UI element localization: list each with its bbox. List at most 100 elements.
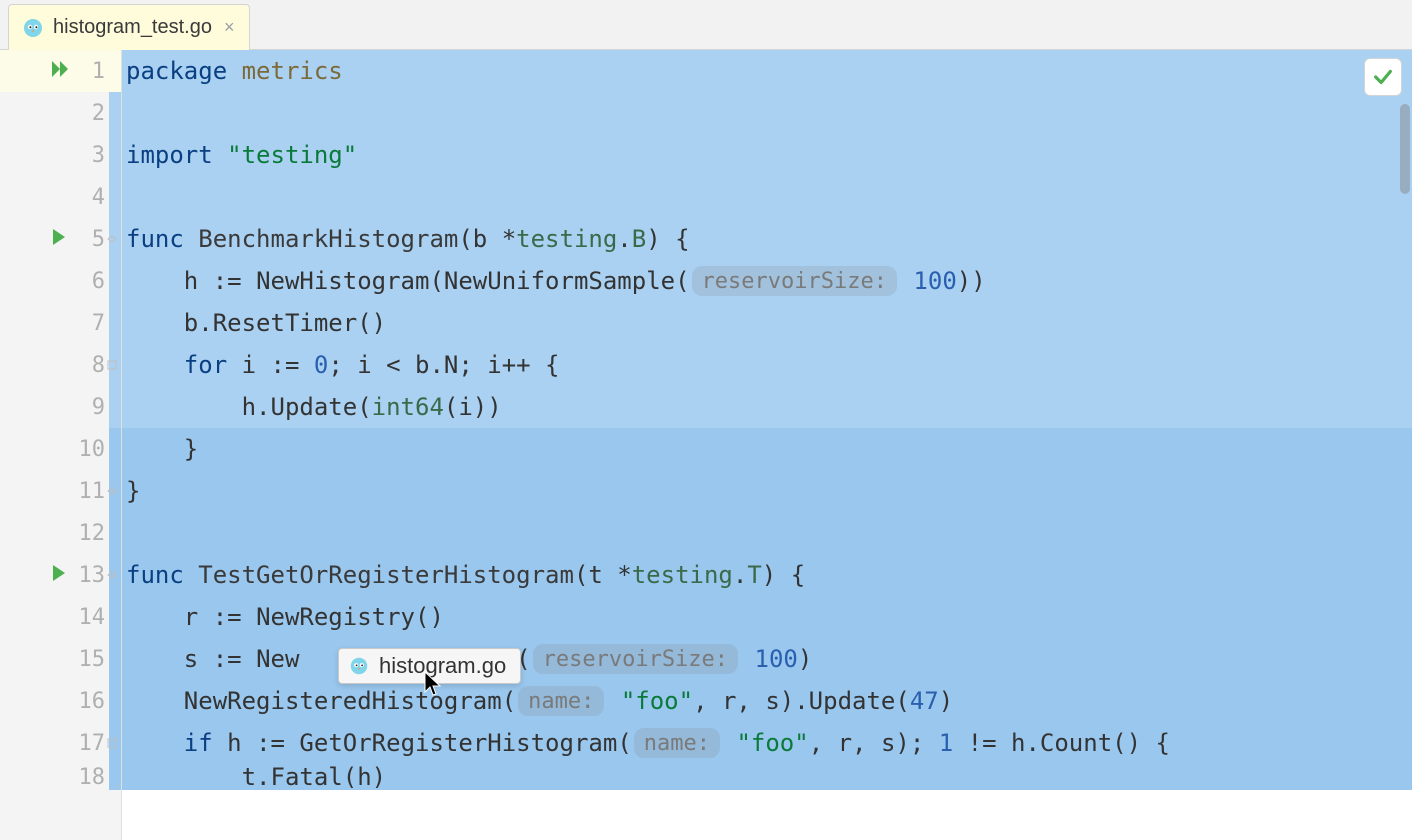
gutter-icon-slot <box>50 764 121 790</box>
code-token: import <box>126 141 227 169</box>
code-line[interactable] <box>122 176 1412 218</box>
code-token: int64 <box>372 393 444 421</box>
code-line[interactable]: for i := 0; i < b.N; i++ { <box>122 344 1412 386</box>
code-line[interactable]: func TestGetOrRegisterHistogram(t *testi… <box>122 554 1412 596</box>
gutter-row: 13 <box>0 554 121 596</box>
fold-handle-icon[interactable] <box>105 568 119 582</box>
editor-area: 123456789101112131415161718 package metr… <box>0 50 1412 840</box>
code-line[interactable]: if h := GetOrRegisterHistogram(name: "fo… <box>122 722 1412 764</box>
code-token: "testing" <box>227 141 357 169</box>
gutter-icon-slot <box>50 386 122 428</box>
code-line[interactable]: b.ResetTimer() <box>122 302 1412 344</box>
code-token: NewUniformSample <box>444 267 675 295</box>
run-all-icon[interactable] <box>50 59 72 83</box>
code-token: TestGetOrRegisterHistogram <box>198 561 574 589</box>
code-token: (t * <box>574 561 632 589</box>
code-token: () <box>415 603 444 631</box>
code-token: s <box>126 645 213 673</box>
gutter-icon-slot <box>50 260 122 302</box>
code-line[interactable]: package metrics <box>122 50 1412 92</box>
gutter-row: 6 <box>0 260 121 302</box>
code-token: () <box>357 309 386 337</box>
editor-gutter: 123456789101112131415161718 <box>0 50 122 840</box>
mouse-cursor-icon <box>422 670 444 698</box>
code-token: ( <box>675 267 689 295</box>
run-test-icon[interactable] <box>50 227 68 251</box>
tab-close-icon[interactable]: × <box>220 17 239 38</box>
code-token: metrics <box>242 57 343 85</box>
code-token: b. <box>126 309 213 337</box>
code-token: ( <box>617 729 631 757</box>
code-line[interactable] <box>122 92 1412 134</box>
code-token: r <box>126 603 213 631</box>
code-token: (h) <box>343 764 386 790</box>
gutter-row: 1 <box>0 50 121 92</box>
code-line[interactable]: } <box>122 470 1412 512</box>
code-line[interactable] <box>122 512 1412 554</box>
code-token: NewHistogram <box>256 267 429 295</box>
code-token: := <box>213 267 256 295</box>
fold-handle-icon[interactable] <box>105 358 119 372</box>
code-token: := <box>271 351 314 379</box>
code-token: := <box>213 645 256 673</box>
code-token: ( <box>357 393 371 421</box>
gutter-icon-slot <box>50 638 122 680</box>
code-line[interactable]: func BenchmarkHistogram(b *testing.B) { <box>122 218 1412 260</box>
code-token: GetOrRegisterHistogram <box>299 729 617 757</box>
gutter-icon-slot <box>50 134 122 176</box>
gutter-icon-slot <box>50 92 122 134</box>
code-token: )) <box>957 267 986 295</box>
code-line[interactable]: NewRegisteredHistogram ( name: "foo", r, s… <box>122 680 1412 722</box>
code-token: 1 <box>939 729 953 757</box>
code-token: Update <box>271 393 358 421</box>
code-token: "foo" <box>606 687 693 715</box>
code-token: 100 <box>740 645 798 673</box>
code-token <box>126 729 184 757</box>
code-line[interactable]: h.Update(int64(i)) <box>122 386 1412 428</box>
code-token: Fatal <box>271 764 343 790</box>
code-line[interactable]: t.Fatal(h) <box>122 764 1412 790</box>
gutter-row: 14 <box>0 596 121 638</box>
scrollbar-thumb[interactable] <box>1400 104 1410 194</box>
gutter-row: 10 <box>0 428 121 470</box>
tab-filename: histogram_test.go <box>53 16 212 39</box>
code-token: Count <box>1040 729 1112 757</box>
code-line[interactable]: h := NewHistogram(NewUniformSample(reser… <box>122 260 1412 302</box>
gutter-row: 9 <box>0 386 121 428</box>
code-token: NewRegisteredHistogram <box>184 687 502 715</box>
gutter-row: 11 <box>0 470 121 512</box>
gutter-row: 15 <box>0 638 121 680</box>
code-token: } <box>126 477 140 505</box>
parameter-hint: reservoirSize: <box>692 266 897 296</box>
fold-handle-icon[interactable] <box>105 232 119 246</box>
fold-handle-icon[interactable] <box>105 736 119 750</box>
code-token: ( <box>895 687 909 715</box>
code-token: (b * <box>458 225 516 253</box>
check-icon <box>1372 66 1394 88</box>
parameter-hint: name: <box>518 686 604 716</box>
code-line[interactable]: r := NewRegistry() <box>122 596 1412 638</box>
code-token: ) { <box>646 225 689 253</box>
code-token: ; i < b.N; i++ { <box>328 351 559 379</box>
code-line[interactable]: import "testing" <box>122 134 1412 176</box>
run-test-icon[interactable] <box>50 563 68 587</box>
code-token: if <box>184 729 227 757</box>
editor-tab-active[interactable]: histogram_test.go × <box>8 4 250 50</box>
code-line[interactable]: s := New (reservoirSize: 100) <box>122 638 1412 680</box>
code-token: . <box>617 225 631 253</box>
gutter-row: 16 <box>0 680 121 722</box>
code-token: , r, s). <box>693 687 809 715</box>
code-token: . <box>733 561 747 589</box>
code-area[interactable]: package metrics import "testing" func Benc… <box>122 50 1412 840</box>
fold-handle-icon[interactable] <box>105 484 119 498</box>
code-token: ResetTimer <box>213 309 358 337</box>
code-token: T <box>747 561 761 589</box>
gutter-icon-slot <box>50 50 122 92</box>
gutter-row: 2 <box>0 92 121 134</box>
code-token <box>126 687 184 715</box>
code-token: := <box>256 729 299 757</box>
inspection-status-ok[interactable] <box>1364 58 1402 96</box>
code-token: "foo" <box>722 729 809 757</box>
code-line[interactable]: } <box>122 428 1412 470</box>
code-token: Update <box>809 687 896 715</box>
